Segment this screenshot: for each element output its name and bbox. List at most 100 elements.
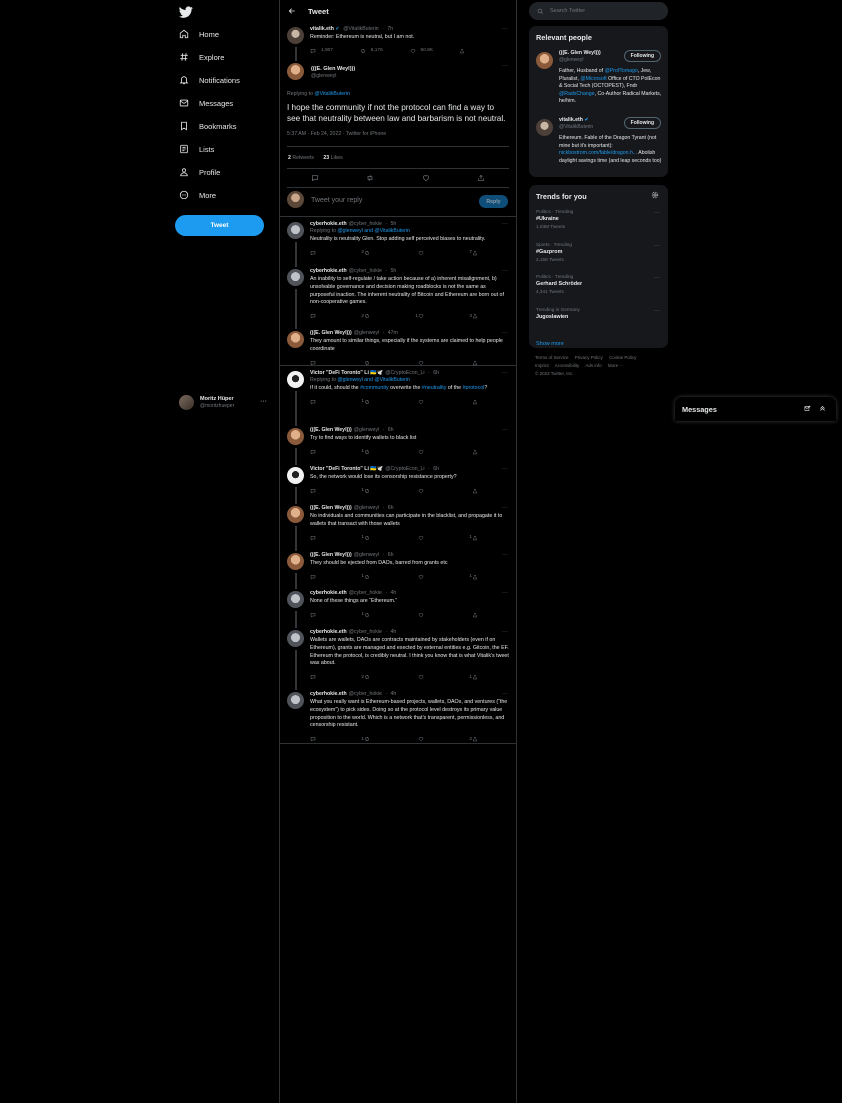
share-button[interactable] (459, 48, 509, 54)
author-name[interactable]: (((E. Glen Weyl))) (310, 505, 352, 511)
trend-item[interactable]: Trending in Germany Jugoslawien ··· (529, 303, 668, 336)
author-name[interactable]: (((E. Glen Weyl))) (311, 63, 509, 72)
avatar[interactable] (287, 269, 304, 286)
more-dots-icon[interactable]: ··· (502, 552, 508, 558)
reply-button[interactable]: 2 (310, 313, 364, 319)
avatar[interactable] (287, 506, 304, 523)
more-dots-icon[interactable]: ··· (502, 466, 508, 472)
retweet-button[interactable] (364, 535, 418, 541)
more-dots-icon[interactable]: ··· (502, 590, 508, 596)
author-name[interactable]: Victor "DeFi Toronto" Li 🇺🇦🕊️ (310, 466, 383, 472)
account-switcher[interactable]: Moritz Hüper @moritzhueper ··· (179, 393, 275, 411)
author-name[interactable]: cyberhokie.eth (310, 691, 347, 697)
author-name[interactable]: vitalik.eth (310, 26, 334, 32)
footer-link[interactable]: More ··· (608, 363, 624, 368)
reply-tweet[interactable]: cyberhokie.eth @cyber_hokie · 4h ··· What y… (280, 687, 516, 743)
reply-tweet[interactable]: cyberhokie.eth @cyber_hokie · 5h ··· Replyi… (280, 217, 516, 267)
author-name[interactable]: cyberhokie.eth (310, 590, 347, 596)
back-arrow-icon[interactable] (288, 7, 296, 15)
more-dots-icon[interactable]: ··· (502, 691, 508, 697)
likes-count[interactable]: 23 (323, 155, 329, 161)
author-name[interactable]: (((E. Glen Weyl))) (310, 427, 352, 433)
person-card[interactable]: (((E. Glen Weyl))) @glenweyl Following F… (529, 46, 668, 113)
avatar[interactable] (287, 467, 304, 484)
retweet-button[interactable] (364, 736, 418, 742)
retweet-button[interactable]: 8,176 (360, 48, 410, 54)
retweet-button[interactable] (364, 399, 418, 405)
retweet-button[interactable] (364, 449, 418, 455)
more-dots-icon[interactable]: ··· (502, 629, 508, 635)
expand-icon[interactable] (819, 405, 826, 412)
reply-button[interactable]: Reply (479, 195, 508, 208)
reply-input[interactable]: Tweet your reply (311, 197, 362, 204)
author-name[interactable]: cyberhokie.eth (310, 268, 347, 274)
avatar[interactable] (287, 222, 304, 239)
share-button[interactable] (472, 488, 526, 494)
retweet-button[interactable]: 1 (364, 313, 418, 319)
likes-label[interactable]: Likes (331, 155, 343, 161)
mention-link[interactable]: @glenweyl and @VitalikButerin (337, 228, 409, 234)
following-button[interactable]: Following (623, 50, 661, 62)
like-button[interactable]: 1 (418, 535, 472, 541)
reply-icon[interactable] (311, 174, 319, 182)
hashtag-link[interactable]: #neutrality (422, 385, 446, 391)
reply-button[interactable]: 1 (310, 612, 364, 618)
avatar[interactable] (287, 553, 304, 570)
like-button[interactable] (418, 612, 472, 618)
like-button[interactable] (418, 488, 472, 494)
reply-tweet[interactable]: Victor "DeFi Toronto" Li 🇺🇦🕊️ @CryptoEcon… (280, 462, 516, 504)
hashtag-link[interactable]: #community (360, 385, 389, 391)
reply-tweet[interactable]: (((E. Glen Weyl))) @glenweyl · 6h ··· Try t… (280, 423, 516, 465)
tweet-button[interactable]: Tweet (175, 215, 264, 236)
avatar[interactable] (287, 27, 304, 44)
nav-lists[interactable]: Lists (179, 141, 214, 157)
author-name[interactable]: Victor "DeFi Toronto" Li 🇺🇦🕊️ (310, 370, 383, 376)
show-more-link[interactable]: Show more (529, 335, 668, 355)
retweet-button[interactable] (364, 674, 418, 680)
like-button[interactable]: 7 (418, 250, 472, 256)
retweets-label[interactable]: Retweets (292, 155, 314, 161)
like-button[interactable] (418, 360, 472, 366)
messages-drawer[interactable]: Messages (675, 397, 836, 421)
trend-item[interactable]: Politics · Trending Gerhard Schröder 4,341… (529, 270, 668, 303)
nav-explore[interactable]: Explore (179, 49, 224, 65)
like-button[interactable] (418, 399, 472, 405)
nav-more[interactable]: More (179, 187, 216, 203)
author-name[interactable]: (((E. Glen Weyl))) (310, 330, 352, 336)
like-button[interactable]: 1 (418, 674, 472, 680)
share-button[interactable] (472, 574, 526, 580)
avatar[interactable] (287, 331, 304, 348)
more-dots-icon[interactable]: ··· (654, 243, 660, 249)
gear-icon[interactable] (651, 191, 659, 199)
share-button[interactable] (472, 449, 526, 455)
author-name[interactable]: cyberhokie.eth (310, 221, 347, 227)
more-dots-icon[interactable]: ··· (260, 398, 267, 405)
more-dots-icon[interactable]: ··· (654, 210, 660, 216)
parent-tweet[interactable]: vitalik.eth ✔ @VitalikButerin · 7h ··· R… (280, 22, 516, 61)
retweet-button[interactable] (364, 250, 418, 256)
more-dots-icon[interactable]: ··· (502, 26, 508, 32)
reply-button[interactable]: 1,907 (310, 48, 360, 54)
reply-tweet[interactable]: cyberhokie.eth @cyber_hokie · 4h ··· Wallet… (280, 625, 516, 690)
share-icon[interactable] (477, 174, 485, 182)
avatar[interactable] (287, 371, 304, 388)
more-dots-icon[interactable]: ··· (654, 275, 660, 281)
footer-link[interactable]: Terms of Service (535, 355, 569, 360)
reply-tweet[interactable]: (((E. Glen Weyl))) @glenweyl · 6h ··· They … (280, 548, 516, 589)
reply-tweet[interactable]: (((E. Glen Weyl))) @glenweyl · 6h ··· No in… (280, 501, 516, 551)
reply-tweet[interactable]: (((E. Glen Weyl))) @glenweyl · 47m ··· They… (280, 326, 516, 366)
footer-link[interactable]: Privacy Policy (575, 355, 603, 360)
nav-messages[interactable]: Messages (179, 95, 233, 111)
following-button[interactable]: Following (623, 117, 661, 129)
share-button[interactable] (472, 313, 526, 319)
nav-profile[interactable]: Profile (179, 164, 220, 180)
hashtag-link[interactable]: #protocol (463, 385, 485, 391)
reply-button[interactable]: 1 (310, 399, 364, 405)
reply-tweet[interactable]: Victor "DeFi Toronto" Li 🇺🇦🕊️ @CryptoEcon… (280, 366, 516, 426)
trend-item[interactable]: Politics · Trending #Ukraine 1.03M Tweets ·… (529, 205, 668, 238)
reply-button[interactable]: 1 (310, 574, 364, 580)
retweet-button[interactable] (364, 612, 418, 618)
retweet-button[interactable] (364, 574, 418, 580)
twitter-logo-icon[interactable] (179, 5, 193, 19)
mention-link[interactable]: @VitalikButerin (314, 91, 349, 97)
